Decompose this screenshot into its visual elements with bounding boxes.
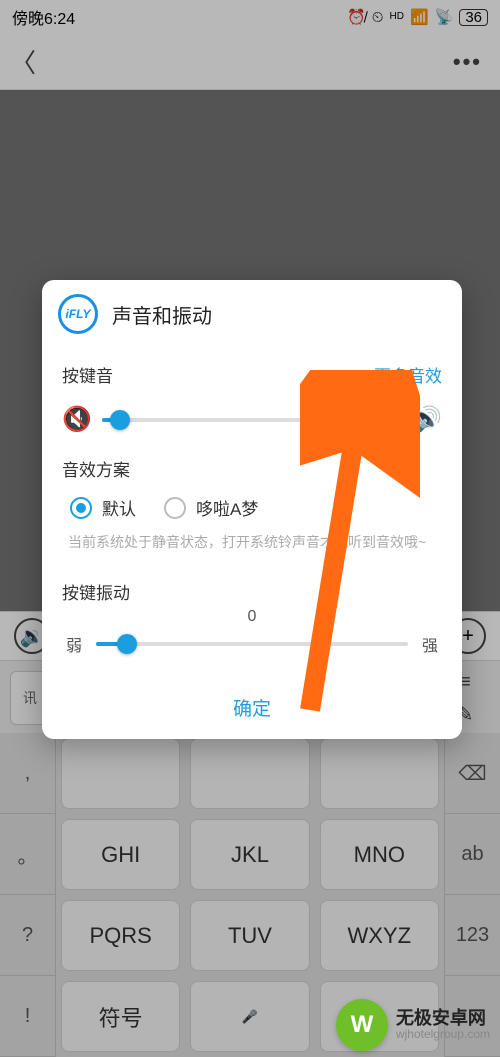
radio-label: 默认: [102, 495, 136, 520]
vibration-max-label: 强: [422, 632, 438, 656]
vibration-min-label: 弱: [66, 632, 82, 656]
radio-default[interactable]: 默认: [70, 495, 136, 520]
sound-scheme-label: 音效方案: [62, 456, 442, 481]
watermark-logo-icon: W: [336, 999, 388, 1051]
more-sound-effects-link[interactable]: 更多音效: [374, 362, 442, 387]
watermark: W 无极安卓网 wjhotelgroup.com: [326, 993, 500, 1057]
speaker-mute-icon: 🔇: [62, 405, 92, 434]
mute-hint: 当前系统处于静音状态，打开系统铃声音才能听到音效哦~: [62, 530, 442, 563]
ifly-logo-icon: iFLY: [58, 294, 98, 334]
radio-label: 哆啦A梦: [196, 495, 258, 520]
radio-doraemon[interactable]: 哆啦A梦: [164, 495, 258, 520]
vibration-label: 按键振动: [62, 579, 442, 604]
watermark-url: wjhotelgroup.com: [396, 1028, 490, 1042]
confirm-button[interactable]: 确定: [42, 678, 462, 735]
vibration-scale-value: 0: [62, 604, 442, 626]
key-sound-label: 按键音: [62, 362, 113, 387]
modal-title: 声音和振动: [112, 300, 212, 329]
radio-icon: [70, 497, 92, 519]
vibration-slider[interactable]: [96, 642, 408, 646]
speaker-loud-icon: 🔊: [412, 405, 442, 434]
key-sound-slider[interactable]: [102, 418, 402, 422]
sound-settings-modal: iFLY 声音和振动 按键音 更多音效 🔇 🔊 音效方案 默认 哆啦A梦: [42, 280, 462, 739]
watermark-title: 无极安卓网: [396, 1008, 490, 1029]
radio-icon: [164, 497, 186, 519]
